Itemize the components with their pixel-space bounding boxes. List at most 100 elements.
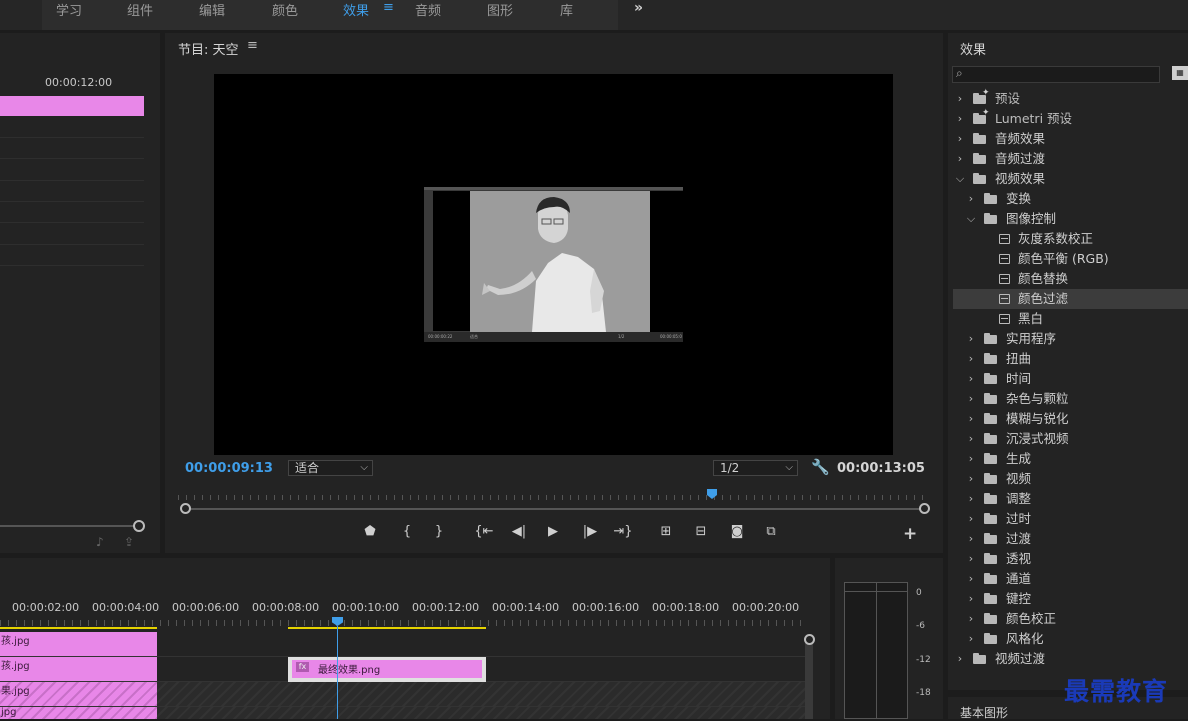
effects-folder-item[interactable]: › 通道 — [953, 569, 1188, 589]
chevron-right-icon[interactable]: › — [954, 649, 966, 669]
effects-folder-item[interactable]: › 颜色校正 — [953, 609, 1188, 629]
panel-menu-icon[interactable]: ≡ — [247, 38, 258, 53]
timeline-clip[interactable]: jpg — [0, 707, 157, 719]
mark-in-button[interactable]: { — [397, 524, 417, 539]
effects-folder-item[interactable]: › ✦ Lumetri 预设 — [953, 108, 1188, 129]
effects-folder-item[interactable]: › 生成 — [953, 449, 1188, 469]
extract-button[interactable]: ⊟ — [691, 524, 711, 539]
chevron-right-icon[interactable]: › — [965, 529, 977, 549]
effects-folder-item[interactable]: › 变换 — [953, 189, 1188, 209]
lift-button[interactable]: ⊞ — [656, 524, 676, 539]
chevron-right-icon[interactable]: › — [954, 149, 966, 169]
effects-folder-item[interactable]: › 音频过渡 — [953, 149, 1188, 169]
export-icon[interactable]: ⇪ — [124, 535, 134, 549]
chevron-right-icon[interactable]: › — [965, 409, 977, 429]
timeline-time-ruler[interactable] — [0, 614, 805, 628]
chevron-right-icon[interactable]: › — [965, 489, 977, 509]
tab-color[interactable]: 颜色 — [272, 0, 298, 19]
effects-folder-item[interactable]: › 模糊与锐化 — [953, 409, 1188, 429]
effect-item[interactable]: 颜色替换 — [953, 269, 1188, 289]
effects-folder-item[interactable]: › 杂色与颗粒 — [953, 389, 1188, 409]
tab-libraries[interactable]: 库 — [560, 0, 573, 19]
chevron-right-icon[interactable]: › — [965, 329, 977, 349]
add-marker-button[interactable]: ⬟ — [360, 524, 380, 539]
effects-folder-item[interactable]: ⌵ 视频效果 — [953, 169, 1188, 189]
effects-folder-item[interactable]: › 视频过渡 — [953, 649, 1188, 669]
effects-folder-item[interactable]: › 键控 — [953, 589, 1188, 609]
more-workspaces-icon[interactable]: » — [634, 0, 643, 16]
basic-graphics-title[interactable]: 基本图形 — [960, 704, 1008, 721]
chevron-right-icon[interactable]: › — [965, 609, 977, 629]
playhead-timecode[interactable]: 00:00:09:13 — [185, 461, 273, 476]
left-scroll-handle[interactable] — [133, 520, 145, 532]
effects-folder-item[interactable]: › 调整 — [953, 489, 1188, 509]
chevron-right-icon[interactable]: › — [965, 449, 977, 469]
effects-folder-item[interactable]: › 扭曲 — [953, 349, 1188, 369]
chevron-right-icon[interactable]: › — [965, 549, 977, 569]
effects-folder-item[interactable]: › 视频 — [953, 469, 1188, 489]
go-to-out-button[interactable]: ⇥} — [613, 524, 633, 539]
timeline-clip[interactable]: 孩.jpg — [0, 632, 157, 656]
zoom-scroll-bar[interactable] — [185, 508, 923, 510]
effects-folder-item[interactable]: › 实用程序 — [953, 329, 1188, 349]
timeline-clip[interactable]: 果.jpg — [0, 682, 157, 706]
chevron-right-icon[interactable]: › — [965, 429, 977, 449]
chevron-right-icon[interactable]: › — [954, 129, 966, 149]
timeline-clip[interactable]: 孩.jpg — [0, 657, 157, 681]
chevron-right-icon[interactable]: › — [965, 469, 977, 489]
chevron-right-icon[interactable]: › — [965, 569, 977, 589]
chevron-down-icon[interactable]: ⌵ — [965, 209, 977, 229]
go-to-in-button[interactable]: {⇤ — [474, 524, 494, 539]
effects-folder-item[interactable]: › 透视 — [953, 549, 1188, 569]
effects-folder-item[interactable]: ⌵ 图像控制 — [953, 209, 1188, 229]
left-scrollbar[interactable] — [0, 525, 138, 527]
wrench-icon[interactable]: 🔧 — [811, 458, 830, 476]
chevron-right-icon[interactable]: › — [954, 89, 966, 109]
chevron-right-icon[interactable]: › — [965, 189, 977, 209]
chevron-right-icon[interactable]: › — [965, 369, 977, 389]
effect-item[interactable]: 黑白 — [953, 309, 1188, 329]
tab-assembly[interactable]: 组件 — [127, 0, 153, 19]
tab-effects-menu-icon[interactable]: ≡ — [383, 0, 394, 18]
comparison-view-button[interactable]: ⧉ — [761, 524, 781, 539]
program-monitor-title[interactable]: 节目: 天空 — [178, 39, 239, 58]
program-time-ruler[interactable] — [178, 490, 924, 500]
effects-folder-item[interactable]: › 过时 — [953, 509, 1188, 529]
effects-panel-title[interactable]: 效果 — [960, 39, 986, 58]
new-custom-bin-icon[interactable]: ▦ — [1172, 66, 1188, 80]
tab-learn[interactable]: 学习 — [56, 0, 82, 19]
play-button[interactable]: ▶ — [543, 524, 563, 539]
zoom-level-select[interactable]: 适合 ⌵ — [288, 460, 373, 476]
export-frame-icon[interactable]: ◙ — [727, 524, 747, 539]
mark-out-button[interactable]: } — [429, 524, 449, 539]
effects-folder-item[interactable]: › 过渡 — [953, 529, 1188, 549]
chevron-down-icon[interactable]: ⌵ — [954, 169, 966, 189]
step-forward-button[interactable]: |▶ — [580, 524, 600, 539]
selected-clip[interactable]: 最终效果.png — [292, 660, 482, 678]
timeline-vertical-scrollbar[interactable] — [805, 638, 813, 719]
tab-effects[interactable]: 效果 — [343, 0, 369, 19]
effect-item[interactable]: 颜色过滤 — [953, 289, 1188, 309]
effects-folder-item[interactable]: › 风格化 — [953, 629, 1188, 649]
effects-folder-item[interactable]: › 沉浸式视频 — [953, 429, 1188, 449]
effects-folder-item[interactable]: › 音频效果 — [953, 129, 1188, 149]
tab-editing[interactable]: 编辑 — [199, 0, 225, 19]
effect-item[interactable]: 灰度系数校正 — [953, 229, 1188, 249]
chevron-right-icon[interactable]: › — [965, 589, 977, 609]
step-back-button[interactable]: ◀| — [509, 524, 529, 539]
timeline-scroll-handle[interactable] — [804, 634, 815, 645]
zoom-scroll-handle-left[interactable] — [180, 503, 191, 514]
tab-audio[interactable]: 音频 — [415, 0, 441, 19]
chevron-right-icon[interactable]: › — [954, 109, 966, 129]
zoom-scroll-handle-right[interactable] — [919, 503, 930, 514]
button-editor-add-button[interactable]: + — [903, 524, 917, 544]
chevron-right-icon[interactable]: › — [965, 349, 977, 369]
left-clip[interactable] — [0, 96, 144, 116]
effects-folder-item[interactable]: › 时间 — [953, 369, 1188, 389]
audio-output-icon[interactable]: ♪ — [96, 535, 104, 549]
chevron-right-icon[interactable]: › — [965, 509, 977, 529]
tab-graphics[interactable]: 图形 — [487, 0, 513, 19]
effect-item[interactable]: 颜色平衡 (RGB) — [953, 249, 1188, 269]
effects-search-input[interactable] — [952, 66, 1160, 83]
playback-resolution-select[interactable]: 1/2 ⌵ — [713, 460, 798, 476]
